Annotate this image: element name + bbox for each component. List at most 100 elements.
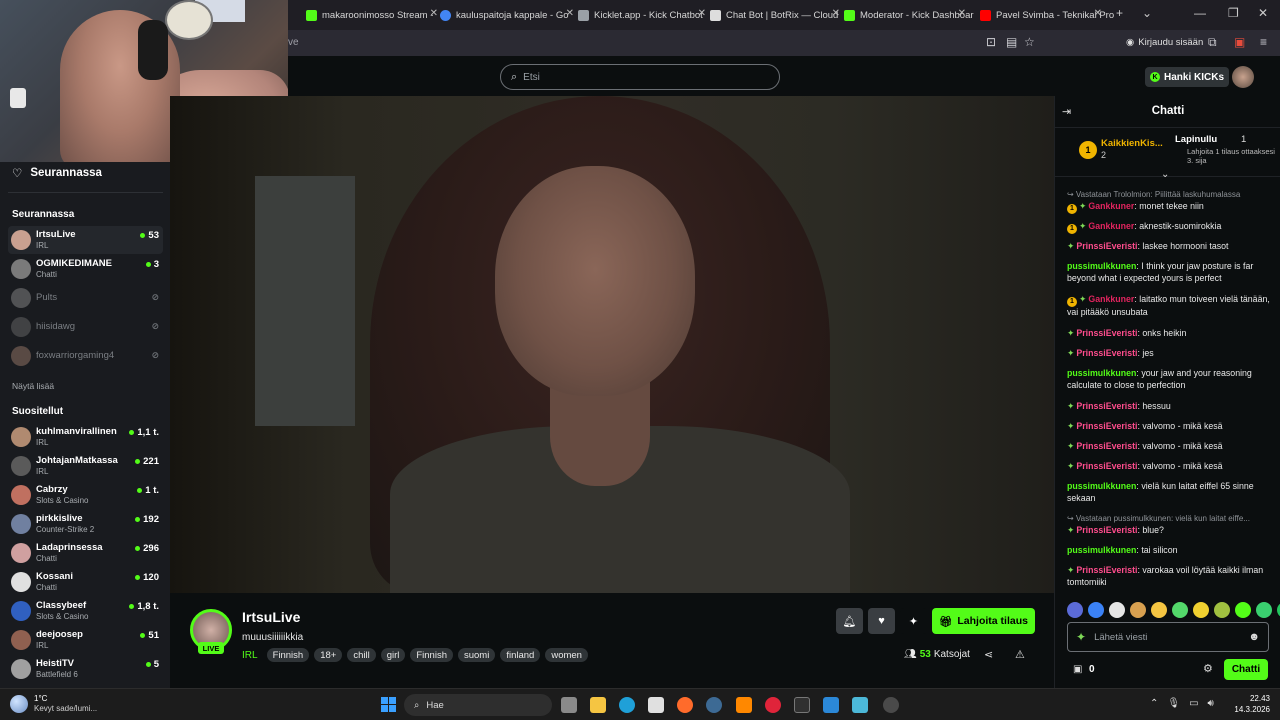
microphone-icon[interactable]: 🎙︎ <box>1167 698 1180 709</box>
opera-icon[interactable] <box>765 697 781 713</box>
chat-username[interactable]: Gankkuner <box>1088 201 1134 211</box>
chat-username[interactable]: PrinssiEveristi <box>1076 525 1137 535</box>
sidebar-channel-irtsulive[interactable]: IrtsuLive IRL 53 <box>8 226 163 254</box>
store-icon[interactable] <box>648 697 664 713</box>
emote-icon[interactable] <box>1109 602 1125 618</box>
menu-icon[interactable]: ≡ <box>1260 35 1267 49</box>
maximize-icon[interactable]: ❐ <box>1228 6 1239 20</box>
show-more-link[interactable]: Näytä lisää <box>12 381 54 391</box>
tab-close-icon[interactable]: ✕ <box>566 8 574 19</box>
sidebar-channel-pults[interactable]: Pults ⊘ <box>8 284 163 312</box>
signin-button[interactable]: ◉ Kirjaudu sisään <box>1126 37 1203 48</box>
sidebar-channel-ladaprinsessa[interactable]: Ladaprinsessa Chatti 296 <box>8 539 163 567</box>
terminal-icon[interactable] <box>794 697 810 713</box>
share-icon[interactable]: ⋖ <box>984 648 993 661</box>
minimize-icon[interactable]: — <box>1194 6 1206 20</box>
weather-widget[interactable]: 1°C Kevyt sade/lumi... <box>10 694 97 713</box>
sidebar-channel-pirkkislive[interactable]: pirkkislive Counter-Strike 2 192 <box>8 510 163 538</box>
emote-icon[interactable] <box>1214 602 1230 618</box>
stream-channel-name[interactable]: IrtsuLive <box>242 609 300 625</box>
chat-username[interactable]: PrinssiEveristi <box>1076 421 1137 431</box>
tab-close-icon[interactable]: ✕ <box>958 8 966 19</box>
user-avatar[interactable] <box>1232 66 1254 88</box>
sidebar-channel-ogmikedimane[interactable]: OGMIKEDIMANE Chatti 3 <box>8 255 163 283</box>
chat-input-box[interactable]: ✦ ☻ <box>1067 622 1269 652</box>
gift-subscription-button[interactable]: 🎁︎ Lahjoita tilaus <box>932 608 1035 634</box>
chat-username[interactable]: PrinssiEveristi <box>1076 241 1137 251</box>
emote-icon[interactable] <box>1151 602 1167 618</box>
tag-chip[interactable]: finland <box>500 648 541 662</box>
chat-username[interactable]: pussimulkkunen <box>1067 481 1136 491</box>
points-bag-icon[interactable]: ▣ <box>1073 664 1082 675</box>
leader-name[interactable]: KaikkienKis... <box>1101 138 1163 149</box>
emote-icon[interactable] <box>1172 602 1188 618</box>
edge-browser-icon[interactable] <box>619 697 635 713</box>
sidebar-channel-kuhlmanvirallinen[interactable]: kuhlmanvirallinen IRL 1,1 t. <box>8 423 163 451</box>
extension-badge-icon[interactable]: ▣ <box>1234 35 1245 49</box>
browser-tab[interactable]: kauluspaitoja kappale - Go ✕ <box>440 4 574 26</box>
browser-tab[interactable]: Moderator - Kick Dashboar ✕ <box>844 4 974 26</box>
vlc-icon[interactable] <box>736 697 752 713</box>
notification-bell-button[interactable]: 🔔︎ <box>836 608 863 634</box>
sidebar-channel-classybeef[interactable]: Classybeef Slots & Casino 1,8 t. <box>8 597 163 625</box>
start-menu-icon[interactable] <box>381 697 397 713</box>
sidebar-channel-deejoosep[interactable]: deejoosep IRL 51 <box>8 626 163 654</box>
emote-icon[interactable] <box>1235 602 1251 618</box>
bookmark-star-icon[interactable]: ☆ <box>1024 35 1035 49</box>
sidebar-channel-heistitv[interactable]: HeistiTV Battlefield 6 5 <box>8 655 163 683</box>
sidebar-channel-hiisidawg[interactable]: hiisidawg ⊘ <box>8 313 163 341</box>
tag-chip[interactable]: suomi <box>457 648 496 662</box>
browser-tab[interactable]: Pavel Svimba - Teknikal Pro ✕ <box>980 4 1114 26</box>
tab-close-icon[interactable]: ✕ <box>832 8 840 19</box>
chat-username[interactable]: pussimulkkunen <box>1067 545 1136 555</box>
obs-icon[interactable] <box>883 697 899 713</box>
chat-username[interactable]: PrinssiEveristi <box>1076 461 1137 471</box>
photos-icon[interactable] <box>852 697 868 713</box>
follow-heart-button[interactable]: ♥ <box>868 608 895 634</box>
chat-username[interactable]: PrinssiEveristi <box>1076 401 1137 411</box>
tag-chip[interactable]: women <box>545 648 588 662</box>
reader-icon[interactable]: ▤ <box>1006 35 1017 49</box>
chevron-up-icon[interactable]: ⌃ <box>1150 698 1158 709</box>
sidebar-channel-cabrzy[interactable]: Cabrzy Slots & Casino 1 t. <box>8 481 163 509</box>
chat-username[interactable]: pussimulkkunen <box>1067 261 1136 271</box>
tag-chip[interactable]: Finnish <box>410 648 453 662</box>
chat-username[interactable]: Gankkuner <box>1088 294 1134 304</box>
taskbar-search[interactable]: ⌕ Hae <box>404 694 552 716</box>
tag-chip[interactable]: girl <box>380 648 406 662</box>
chat-username[interactable]: PrinssiEveristi <box>1076 441 1137 451</box>
emote-icon[interactable] <box>1130 602 1146 618</box>
video-player[interactable] <box>170 96 1054 593</box>
sparkle-button[interactable]: ✦ <box>900 608 927 634</box>
sidebar-channel-foxwarriorgaming4[interactable]: foxwarriorgaming4 ⊘ <box>8 342 163 370</box>
steam-icon[interactable] <box>706 697 722 713</box>
emote-icon[interactable] <box>1256 602 1272 618</box>
emote-icon[interactable] <box>1067 602 1083 618</box>
emoji-picker-icon[interactable]: ☻ <box>1248 631 1260 643</box>
tag-chip[interactable]: Finnish <box>266 648 310 662</box>
tag-chip[interactable]: 18+ <box>314 648 343 662</box>
chat-username[interactable]: PrinssiEveristi <box>1076 328 1137 338</box>
image-editor-icon[interactable] <box>823 697 839 713</box>
chat-username[interactable]: PrinssiEveristi <box>1076 348 1137 358</box>
browser-tab[interactable]: Kicklet.app - Kick Chatbot ✕ <box>578 4 706 26</box>
close-window-icon[interactable]: ✕ <box>1258 6 1268 20</box>
chat-username[interactable]: PrinssiEveristi <box>1076 565 1137 575</box>
taskbar-clock[interactable]: 22.43 14.3.2026 <box>1228 694 1270 716</box>
browser-tab[interactable]: Chat Bot | BotRix — Cloud ✕ <box>710 4 840 26</box>
browser-url-bar[interactable]: ve ⊡ ▤ ☆ ◉ Kirjaudu sisään ⧉ ▣ ≡ <box>288 30 1280 56</box>
tab-close-icon[interactable]: ✕ <box>430 8 438 19</box>
sidebar-channel-kossani[interactable]: Kossani Chatti 120 <box>8 568 163 596</box>
firefox-icon[interactable] <box>677 697 693 713</box>
emote-icon[interactable] <box>1193 602 1209 618</box>
gear-icon[interactable]: ⚙ <box>1203 662 1213 675</box>
tag-chip[interactable]: chill <box>347 648 376 662</box>
new-tab-icon[interactable]: + <box>1116 6 1123 20</box>
stream-category-link[interactable]: IRL <box>242 650 258 661</box>
task-view-icon[interactable] <box>561 697 577 713</box>
chat-username[interactable]: Gankkuner <box>1088 221 1134 231</box>
chat-message-input[interactable] <box>1094 631 1235 643</box>
file-explorer-icon[interactable] <box>590 697 606 713</box>
tab-close-icon[interactable]: ✕ <box>698 8 706 19</box>
extensions-icon[interactable]: ⧉ <box>1208 35 1217 50</box>
